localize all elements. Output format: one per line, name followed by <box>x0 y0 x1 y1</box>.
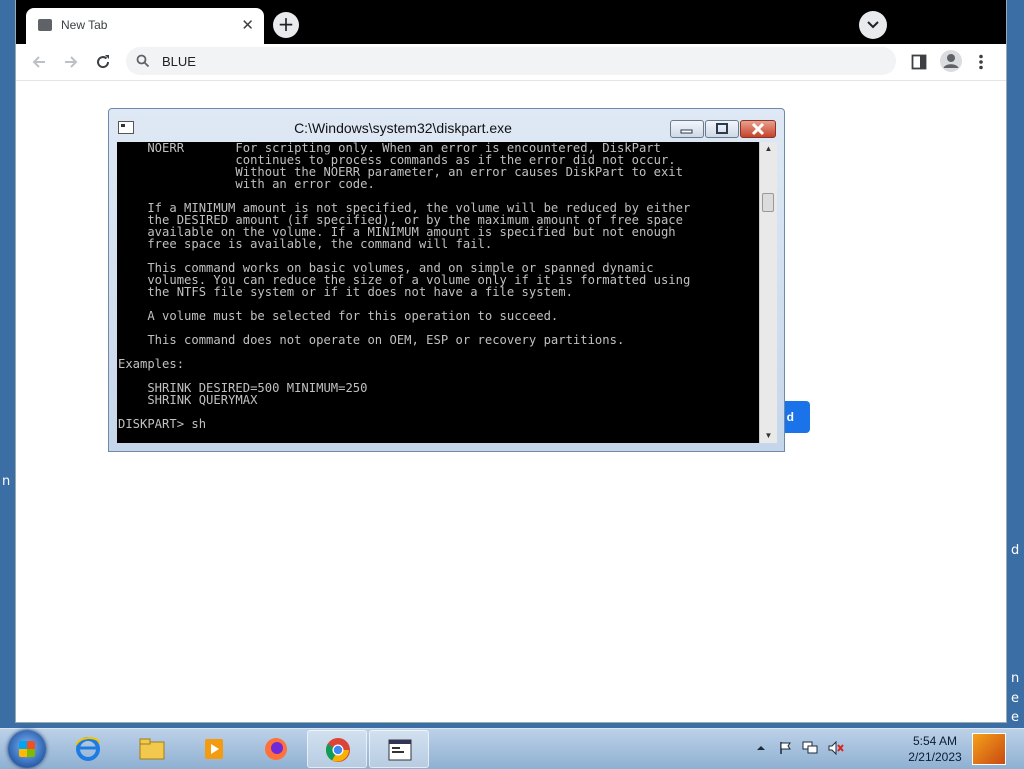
new-tab-button[interactable]: + <box>273 12 299 38</box>
profile-avatar[interactable] <box>940 50 962 72</box>
forward-icon[interactable] <box>61 52 81 72</box>
maximize-button[interactable] <box>705 120 739 138</box>
taskbar: 5:54 AM 2/21/2023 <box>0 728 1024 769</box>
taskbar-item-media-player[interactable] <box>184 730 244 768</box>
desktop-edge-text: e <box>1011 710 1019 725</box>
tab-search-button[interactable] <box>859 11 887 39</box>
tab-new-tab[interactable]: New Tab ✕ <box>26 8 264 44</box>
desktop-edge-text: n <box>1011 671 1020 686</box>
person-icon <box>943 54 959 68</box>
close-icon[interactable]: ✕ <box>241 16 254 34</box>
minimize-button[interactable] <box>670 120 704 138</box>
folder-icon <box>139 738 165 760</box>
chrome-icon <box>325 738 350 762</box>
clock[interactable]: 5:54 AM 2/21/2023 <box>890 733 980 765</box>
network-icon[interactable] <box>802 741 818 755</box>
start-button[interactable] <box>8 730 46 768</box>
flag-icon[interactable] <box>778 741 792 755</box>
search-icon <box>136 54 150 68</box>
more-vert-icon[interactable] <box>978 54 984 70</box>
document-icon <box>38 19 52 31</box>
ie-icon <box>75 737 100 761</box>
desktop-edge-text: n <box>2 474 11 489</box>
scroll-thumb[interactable] <box>762 193 774 212</box>
taskbar-item-chrome[interactable] <box>307 730 367 768</box>
chevron-down-icon <box>867 21 879 29</box>
console-icon <box>388 739 412 761</box>
scroll-up-icon[interactable]: ▲ <box>760 142 777 156</box>
minimize-icon <box>680 129 693 134</box>
tab-title: New Tab <box>61 18 108 32</box>
taskbar-item-firefox[interactable] <box>246 730 306 768</box>
desktop-edge-text: e <box>1011 691 1019 706</box>
side-panel-icon[interactable] <box>911 54 927 70</box>
desktop-edge-text: d <box>1011 543 1020 558</box>
clock-date: 2/21/2023 <box>908 750 962 764</box>
close-icon <box>751 122 765 136</box>
console-title: C:\Windows\system32\diskpart.exe <box>294 120 512 136</box>
volume-muted-icon[interactable] <box>828 741 844 755</box>
reload-icon[interactable] <box>93 52 113 72</box>
console-text: NOERR For scripting only. When an error … <box>118 142 691 431</box>
console-scrollbar[interactable]: ▲ ▼ <box>759 142 777 443</box>
console-output[interactable]: NOERR For scripting only. When an error … <box>117 142 777 443</box>
maximize-icon <box>716 123 728 134</box>
close-button[interactable] <box>740 120 776 138</box>
show-desktop-button[interactable] <box>972 733 1006 765</box>
taskbar-item-diskpart[interactable] <box>369 730 429 768</box>
console-window: C:\Windows\system32\diskpart.exe NOERR F… <box>108 108 785 452</box>
address-input[interactable] <box>160 53 764 70</box>
firefox-icon <box>265 738 287 760</box>
taskbar-item-file-explorer[interactable] <box>122 730 182 768</box>
media-icon <box>205 739 223 759</box>
scroll-down-icon[interactable]: ▼ <box>760 429 777 443</box>
taskbar-item-internet-explorer[interactable] <box>58 730 118 768</box>
console-titlebar[interactable]: C:\Windows\system32\diskpart.exe <box>109 109 784 141</box>
chevron-up-icon[interactable] <box>756 743 766 753</box>
address-bar[interactable] <box>126 47 896 75</box>
back-icon[interactable] <box>29 52 49 72</box>
clock-time: 5:54 AM <box>912 734 958 748</box>
browser-toolbar <box>16 44 1006 81</box>
tab-strip: New Tab ✕ + <box>16 0 1006 44</box>
